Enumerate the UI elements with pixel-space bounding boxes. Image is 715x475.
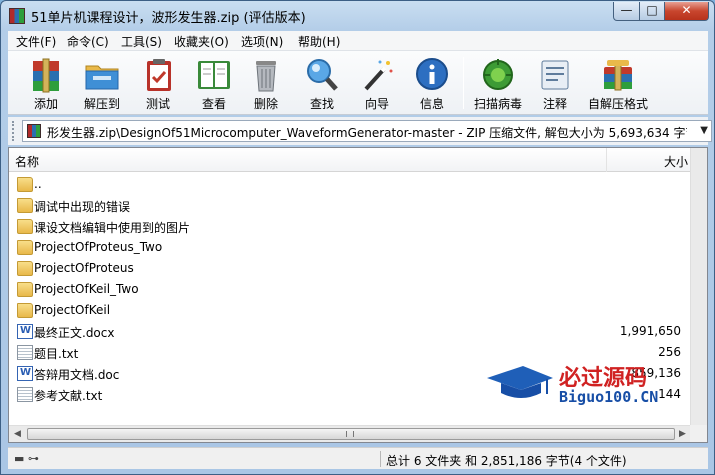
file-list: 名称 大小 .. 调试中出现的错误 课设文档编辑中使用到的图片 ProjectO	[8, 147, 708, 443]
menu-file[interactable]: 文件(F)	[16, 33, 56, 50]
word-document-icon	[17, 366, 33, 381]
find-button[interactable]: 查找	[294, 55, 350, 111]
address-path: 形发生器.zip\DesignOf51Microcomputer_Wavefor…	[47, 126, 687, 140]
file-name: ProjectOfProteus_Two	[34, 240, 163, 254]
file-name: ProjectOfKeil_Two	[34, 282, 139, 296]
status-separator	[380, 451, 381, 467]
column-size-header[interactable]: 大小	[606, 148, 694, 172]
word-document-icon	[17, 324, 33, 339]
column-header: 名称 大小	[9, 148, 707, 172]
window-title: 51单片机课程设计，波形发生器.zip (评估版本)	[31, 11, 306, 26]
toolbar: 添加 解压到 测试 查看 删除 查找 向导 信息 扫描病毒 注释 自解压格式	[8, 51, 708, 115]
add-archive-icon	[33, 58, 59, 93]
watermark-en-text: Biguo100.CN	[559, 388, 659, 406]
file-name: 参考文献.txt	[34, 389, 103, 403]
list-item[interactable]: ..	[9, 174, 707, 195]
list-item[interactable]: 最终正文.docx 1,991,650	[9, 321, 707, 342]
close-button[interactable]: ✕	[664, 2, 709, 21]
comment-button[interactable]: 注释	[527, 55, 583, 111]
wizard-wand-icon	[364, 60, 393, 91]
info-button[interactable]: 信息	[404, 55, 460, 111]
delete-button[interactable]: 删除	[238, 55, 294, 111]
test-button[interactable]: 测试	[130, 55, 186, 111]
add-button[interactable]: 添加	[18, 55, 74, 111]
folder-icon	[17, 282, 33, 297]
virus-scan-icon	[483, 59, 513, 90]
folder-icon	[17, 219, 33, 234]
scroll-left-icon[interactable]: ◀	[14, 429, 21, 439]
extract-folder-icon	[85, 65, 119, 90]
horizontal-scrollbar[interactable]: ◀ ▶	[9, 425, 692, 442]
folder-icon	[17, 198, 33, 213]
text-file-icon	[17, 387, 33, 402]
address-field[interactable]: 形发生器.zip\DesignOf51Microcomputer_Wavefor…	[22, 120, 712, 142]
folder-icon	[17, 303, 33, 318]
comment-icon	[541, 60, 569, 90]
file-name: 答辩用文档.doc	[34, 368, 120, 382]
scan-virus-button[interactable]: 扫描病毒	[470, 55, 526, 111]
file-name: 最终正文.docx	[34, 326, 115, 340]
scroll-right-icon[interactable]: ▶	[679, 429, 686, 439]
address-dropdown-icon[interactable]: ▼	[700, 125, 708, 136]
folder-icon	[17, 240, 33, 255]
sfx-button[interactable]: 自解压格式	[588, 55, 648, 111]
file-name: 课设文档编辑中使用到的图片	[34, 221, 191, 235]
menu-tools[interactable]: 工具(S)	[121, 33, 162, 50]
file-name: 题目.txt	[34, 347, 79, 361]
text-file-icon	[17, 345, 33, 360]
winrar-window: 51单片机课程设计，波形发生器.zip (评估版本) — □ ✕ 文件(F) 命…	[0, 0, 715, 475]
maximize-button[interactable]: □	[639, 2, 665, 21]
sfx-label: 自解压格式	[587, 97, 648, 111]
wizard-button[interactable]: 向导	[349, 55, 405, 111]
sfx-archive-icon	[604, 60, 632, 91]
menu-help[interactable]: 帮助(H)	[298, 33, 340, 50]
menu-favorites[interactable]: 收藏夹(O)	[174, 33, 229, 50]
menu-commands[interactable]: 命令(C)	[67, 33, 109, 50]
scrollbar-corner	[690, 425, 707, 442]
winrar-app-icon[interactable]	[9, 8, 25, 24]
minimize-button[interactable]: —	[613, 2, 640, 21]
file-name: 调试中出现的错误	[34, 200, 131, 214]
status-bar: ▬ ⊶ 总计 6 文件夹 和 2,851,186 字节(4 个文件)	[8, 447, 708, 469]
archive-icon	[27, 124, 41, 138]
magnifier-icon	[307, 59, 338, 91]
status-key-icon: ▬ ⊶	[14, 452, 39, 465]
info-icon	[416, 58, 448, 90]
view-book-icon	[198, 61, 230, 89]
folder-icon	[17, 261, 33, 276]
menu-options[interactable]: 选项(N)	[241, 33, 283, 50]
column-name-header[interactable]: 名称	[15, 153, 39, 170]
graduation-cap-icon	[487, 366, 553, 398]
list-item[interactable]: 课设文档编辑中使用到的图片	[9, 216, 707, 237]
file-name: ProjectOfKeil	[34, 303, 111, 317]
file-size: 1,991,650	[619, 324, 681, 338]
address-bar: 形发生器.zip\DesignOf51Microcomputer_Wavefor…	[8, 117, 712, 145]
menu-bar: 文件(F) 命令(C) 工具(S) 收藏夹(O) 选项(N) 帮助(H)	[8, 31, 708, 51]
title-bar[interactable]: 51单片机课程设计，波形发生器.zip (评估版本) — □ ✕	[1, 1, 714, 31]
watermark: 必过源码 Biguo100.CN	[485, 360, 695, 410]
list-item[interactable]: ProjectOfProteus	[9, 258, 707, 279]
address-grip	[12, 121, 16, 141]
extract-to-button[interactable]: 解压到	[74, 55, 130, 111]
info-label: 信息	[419, 97, 444, 111]
file-name: ProjectOfProteus	[34, 261, 134, 275]
file-size: 256	[658, 345, 681, 359]
list-item[interactable]: 调试中出现的错误	[9, 195, 707, 216]
horizontal-scroll-thumb[interactable]	[27, 428, 675, 440]
scroll-grip	[346, 431, 354, 437]
status-summary: 总计 6 文件夹 和 2,851,186 字节(4 个文件)	[386, 454, 627, 468]
trash-icon	[256, 61, 276, 92]
test-clipboard-icon	[147, 59, 171, 91]
list-item[interactable]: ProjectOfProteus_Two	[9, 237, 707, 258]
file-name: ..	[34, 177, 42, 191]
comment-label: 注释	[542, 97, 567, 111]
folder-up-icon	[17, 177, 33, 192]
list-item[interactable]: ProjectOfKeil_Two	[9, 279, 707, 300]
list-item[interactable]: ProjectOfKeil	[9, 300, 707, 321]
